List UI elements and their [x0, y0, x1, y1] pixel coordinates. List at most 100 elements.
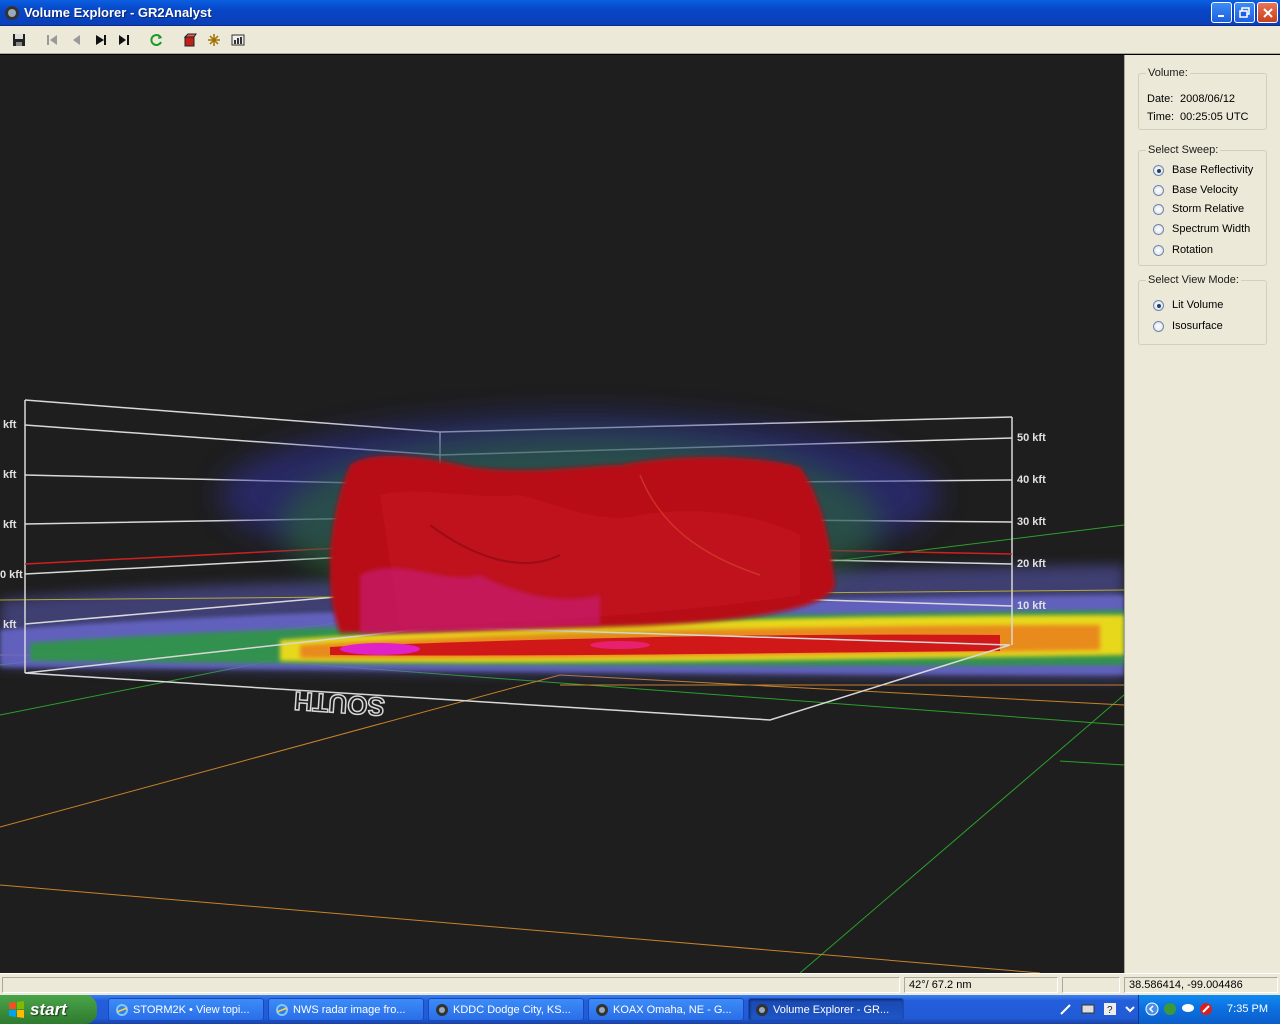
refresh-icon [150, 33, 162, 46]
status-bar: 42°/ 67.2 nm 38.586414, -99.004486 [0, 973, 1280, 995]
orientation-south-label: SOUTH [293, 686, 386, 722]
radio-spectrum-width[interactable]: Spectrum Width [1153, 223, 1250, 235]
radio-isosurface[interactable]: Isosurface [1153, 320, 1223, 332]
select-sweep-legend: Select Sweep: [1146, 144, 1221, 156]
task-storm2k[interactable]: STORM2K • View topi... [108, 998, 264, 1021]
volume-cube-icon [183, 33, 197, 46]
radio-label: Spectrum Width [1172, 223, 1251, 235]
close-button[interactable] [1257, 2, 1278, 23]
status-extra [1062, 977, 1120, 993]
radar-3d-scene: SOUTH 50 kft 40 kft 30 kft 20 kft 10 kft… [0, 399, 1124, 973]
refresh-button[interactable] [146, 29, 167, 50]
last-frame-button[interactable] [113, 29, 134, 50]
gr2analyst-icon [756, 1004, 768, 1016]
system-tray: ? 7:35 PM [1060, 995, 1280, 1024]
start-label: start [30, 999, 67, 1019]
toolbar [0, 26, 1280, 54]
volume-group: Volume: Date: 2008/06/12 Time: 00:25:05 … [1138, 67, 1267, 130]
volume-group-legend: Volume: [1146, 67, 1190, 79]
security-alert-icon[interactable] [1199, 1002, 1213, 1016]
date-label: Date: [1147, 93, 1174, 105]
chart-button[interactable] [227, 29, 248, 50]
pen-icon[interactable] [1059, 1002, 1073, 1016]
status-azimuth-range: 42°/ 67.2 nm [904, 977, 1058, 993]
settings-star-icon [207, 33, 220, 46]
radio-label: Base Reflectivity [1172, 164, 1254, 176]
status-message [2, 977, 900, 993]
radio-label: Base Velocity [1172, 184, 1239, 196]
task-nws-radar[interactable]: NWS radar image fro... [268, 998, 424, 1021]
window-controls [1211, 2, 1278, 23]
storm-core-volume [329, 455, 835, 633]
messenger-icon[interactable] [1181, 1002, 1195, 1016]
title-bar: Volume Explorer - GR2Analyst [0, 0, 1280, 26]
radio-storm-relative[interactable]: Storm Relative [1153, 203, 1244, 215]
task-label: STORM2K • View topi... [133, 1003, 250, 1016]
task-label: Volume Explorer - GR... [773, 1003, 890, 1016]
status-coordinates: 38.586414, -99.004486 [1124, 977, 1278, 993]
radio-unselected-icon [1153, 184, 1164, 196]
settings-star-button[interactable] [203, 29, 224, 50]
previous-frame-icon [72, 34, 80, 45]
first-frame-icon [46, 34, 57, 45]
chevron-down-icon[interactable] [1123, 1002, 1137, 1016]
control-panel: Volume: Date: 2008/06/12 Time: 00:25:05 … [1124, 55, 1280, 973]
network-icon[interactable] [1163, 1002, 1177, 1016]
task-volume-explorer[interactable]: Volume Explorer - GR... [748, 998, 904, 1021]
radio-selected-icon [1153, 164, 1164, 176]
altitude-label: 30 kft [1017, 516, 1046, 528]
radio-unselected-icon [1153, 244, 1164, 256]
ie-icon [276, 1004, 288, 1016]
play-button[interactable] [89, 29, 110, 50]
radio-unselected-icon [1153, 223, 1164, 235]
task-label: NWS radar image fro... [293, 1003, 406, 1016]
radio-label: Storm Relative [1172, 203, 1245, 215]
help-icon[interactable]: ? [1103, 1002, 1117, 1016]
start-button[interactable]: start [0, 995, 97, 1024]
task-label: KDDC Dodge City, KS... [453, 1003, 571, 1016]
altitude-label: kft [3, 519, 17, 531]
altitude-label: kft [3, 619, 17, 631]
last-frame-icon [118, 34, 129, 45]
close-icon [1262, 7, 1273, 18]
radio-lit-volume[interactable]: Lit Volume [1153, 299, 1223, 311]
altitude-label: 10 kft [1017, 600, 1046, 612]
task-kddc[interactable]: KDDC Dodge City, KS... [428, 998, 584, 1021]
minimize-icon [1217, 14, 1224, 17]
save-icon [12, 33, 25, 46]
app-icon [5, 5, 19, 20]
first-frame-button[interactable] [41, 29, 62, 50]
keyboard-icon[interactable] [1081, 1002, 1095, 1016]
radio-base-velocity[interactable]: Base Velocity [1153, 184, 1238, 196]
radio-selected-icon [1153, 299, 1164, 311]
chart-icon [231, 34, 244, 45]
windows-flag-icon [9, 1001, 24, 1018]
gr2analyst-icon [436, 1004, 448, 1016]
clock[interactable]: 7:35 PM [1227, 1003, 1268, 1015]
volume-viewport[interactable]: SOUTH 50 kft 40 kft 30 kft 20 kft 10 kft… [0, 55, 1124, 973]
show-hidden-icons-icon[interactable] [1145, 1002, 1159, 1016]
radio-label: Lit Volume [1172, 299, 1224, 311]
previous-frame-button[interactable] [65, 29, 86, 50]
radio-unselected-icon [1153, 203, 1164, 215]
volume-cube-button[interactable] [179, 29, 200, 50]
radio-rotation[interactable]: Rotation [1153, 244, 1213, 256]
restore-button[interactable] [1234, 2, 1255, 23]
radio-unselected-icon [1153, 320, 1164, 332]
radio-base-reflectivity[interactable]: Base Reflectivity [1153, 164, 1253, 176]
ie-icon [116, 1004, 128, 1016]
restore-icon [1239, 7, 1250, 18]
time-value: 00:25:05 UTC [1180, 111, 1249, 123]
altitude-label: 40 kft [1017, 474, 1046, 486]
altitude-label: 0 kft [0, 569, 23, 581]
save-button[interactable] [8, 29, 29, 50]
altitude-label: 50 kft [1017, 432, 1046, 444]
taskbar: start STORM2K • View topi... NWS radar i… [0, 995, 1280, 1024]
minimize-button[interactable] [1211, 2, 1232, 23]
select-sweep-group: Select Sweep: Base Reflectivity Base Vel… [1138, 144, 1267, 266]
task-koax[interactable]: KOAX Omaha, NE - G... [588, 998, 744, 1021]
select-view-mode-group: Select View Mode: Lit Volume Isosurface [1138, 274, 1267, 345]
orientation-south: SOUTH [292, 685, 386, 723]
task-label: KOAX Omaha, NE - G... [613, 1003, 732, 1016]
altitude-label: kft [3, 469, 17, 481]
